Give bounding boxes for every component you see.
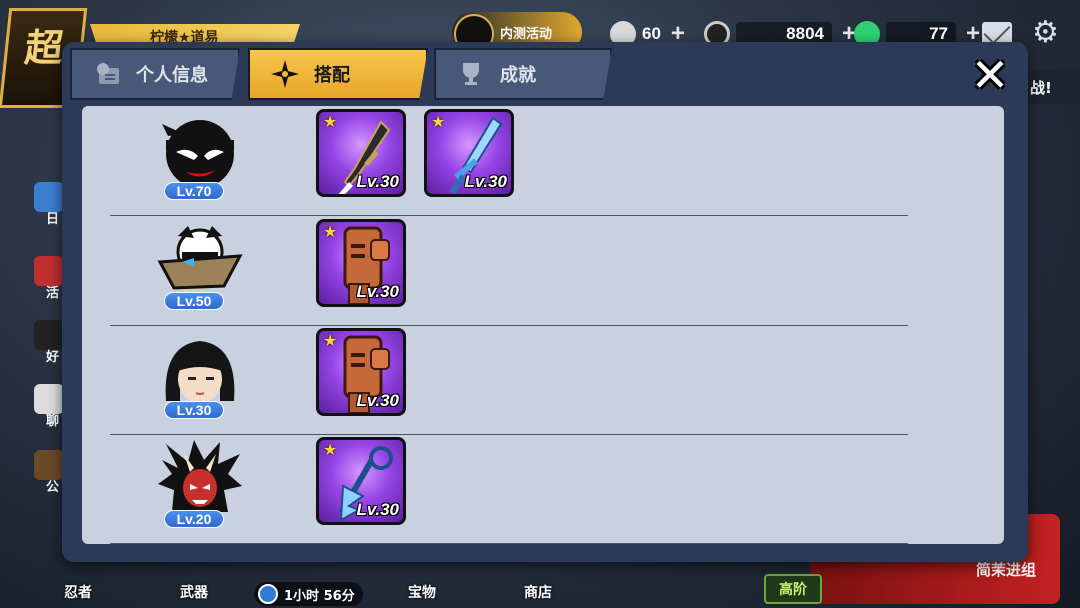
side-friend-label: 好: [46, 350, 60, 365]
weapon-level: Lv.30: [356, 172, 399, 191]
weapon-slot[interactable]: ★ Lv.30: [316, 219, 406, 307]
gear-icon[interactable]: ⚙: [1032, 18, 1059, 48]
tab-achievements-label: 成就: [500, 65, 536, 86]
star-icon: ★: [323, 440, 338, 459]
side-notice-icon[interactable]: 公: [34, 450, 64, 495]
side-event-label: 活: [46, 286, 60, 301]
timer-text: 1小时 56分: [284, 588, 355, 604]
side-notice-label: 公: [46, 480, 60, 495]
weapon-level: Lv.30: [356, 391, 399, 410]
level-badge: Lv.30: [164, 401, 224, 419]
weapon-level: Lv.30: [464, 172, 507, 191]
side-event-icon[interactable]: 活: [34, 256, 64, 301]
list-item: Lv.50 ★ Lv.30: [110, 216, 908, 326]
nav-treasure[interactable]: 宝物: [408, 582, 436, 602]
girl-black-hair-avatar[interactable]: [154, 331, 244, 411]
advanced-badge[interactable]: 高阶: [764, 574, 822, 604]
nav-ninja[interactable]: 忍者: [64, 582, 92, 602]
level-badge: Lv.20: [164, 510, 224, 528]
star-icon: ★: [323, 112, 338, 131]
level-badge: Lv.70: [164, 182, 224, 200]
weapon-slot[interactable]: ★ Lv.30: [424, 109, 514, 197]
profile-card-icon: [92, 59, 122, 89]
close-icon[interactable]: ✕: [966, 52, 1014, 100]
weapon-slot[interactable]: ★ Lv.30: [316, 437, 406, 525]
tab-profile[interactable]: 个人信息: [70, 48, 240, 100]
mail-icon[interactable]: [982, 22, 1012, 44]
challenge-label[interactable]: 战!: [1024, 70, 1080, 104]
list-item: Lv.30 ★ Lv.30: [110, 325, 908, 435]
ninja-black-avatar[interactable]: [154, 112, 244, 192]
team-panel-text: 简茉进组: [975, 561, 1036, 579]
tab-loadout-label: 搭配: [314, 65, 350, 86]
event-label: 内测活动: [500, 26, 553, 42]
oni-mask-avatar[interactable]: [154, 440, 244, 520]
logo-text: 超: [22, 26, 66, 70]
tab-profile-label: 个人信息: [136, 65, 208, 86]
nav-shop[interactable]: 商店: [524, 582, 552, 602]
nav-weapon[interactable]: 武器: [180, 582, 208, 602]
tab-achievements[interactable]: 成就: [434, 48, 612, 100]
star-icon: ★: [431, 112, 446, 131]
side-daily-label: 日: [46, 212, 60, 227]
coin-value: 60: [642, 24, 661, 43]
side-friend-icon[interactable]: 好: [34, 320, 64, 365]
weapon-level: Lv.30: [356, 282, 399, 301]
side-daily-icon[interactable]: 日: [34, 182, 64, 227]
ninja-hat-avatar[interactable]: [154, 222, 244, 302]
weapon-slot[interactable]: ★ Lv.30: [316, 328, 406, 416]
list-item: Lv.20 ★ Lv.30: [110, 434, 908, 544]
challenge-text: 战!: [1030, 78, 1052, 97]
shuriken-icon: [270, 59, 300, 89]
weapon-level: Lv.30: [356, 500, 399, 519]
weapon-slot[interactable]: ★ Lv.30: [316, 109, 406, 197]
star-icon: ★: [323, 222, 338, 241]
tab-loadout[interactable]: 搭配: [248, 48, 428, 100]
side-chat-icon[interactable]: 聊: [34, 384, 64, 429]
list-item: Lv.70 ★ Lv.30 ★ Lv.30: [110, 106, 908, 216]
side-chat-label: 聊: [46, 414, 60, 429]
star-icon: ★: [323, 331, 338, 350]
loadout-list[interactable]: Lv.70 ★ Lv.30 ★ Lv.30 Lv.50 ★ Lv.30 Lv.3…: [82, 106, 1004, 544]
timer-badge: 1小时 56分: [254, 582, 363, 606]
trophy-icon: [456, 59, 486, 89]
level-badge: Lv.50: [164, 292, 224, 310]
